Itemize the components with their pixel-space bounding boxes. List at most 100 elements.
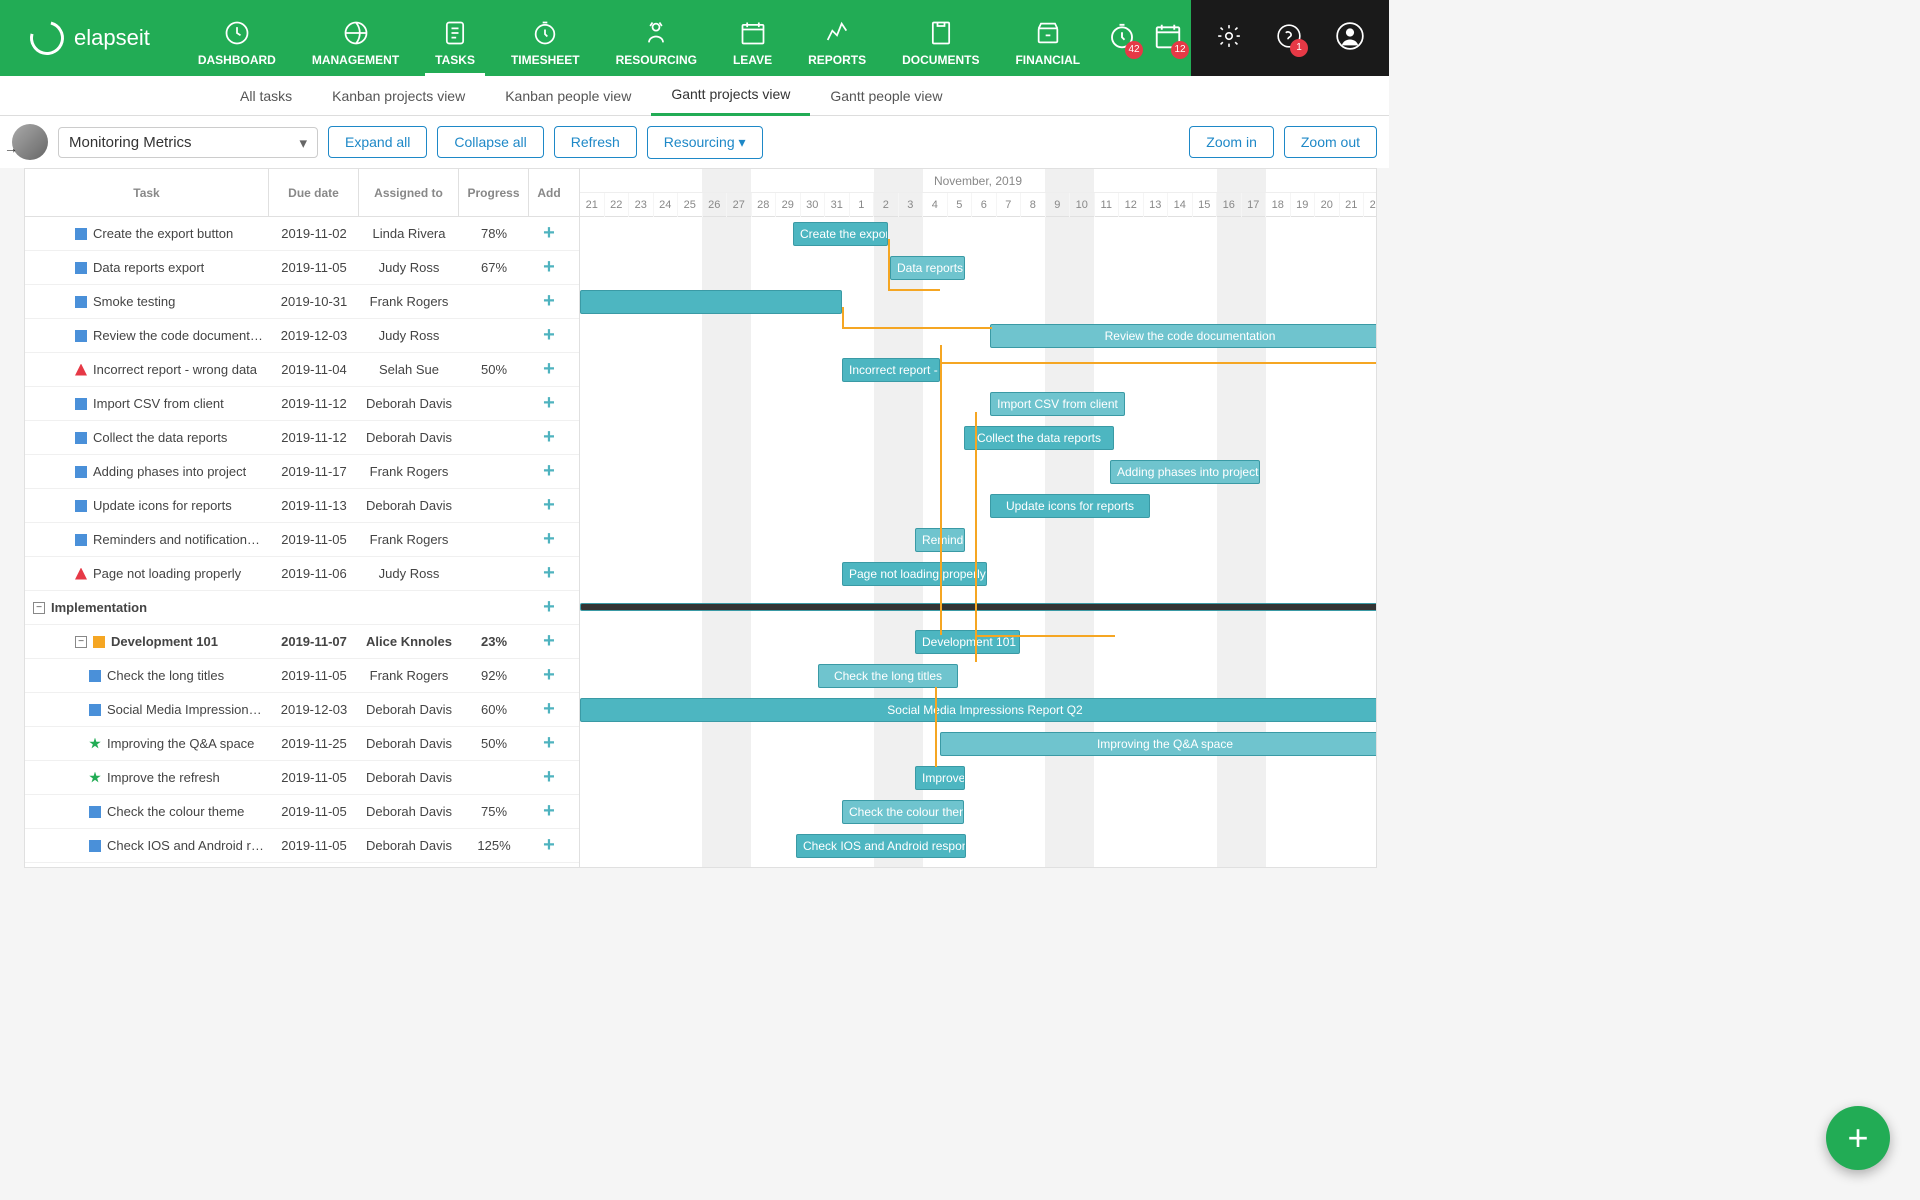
- gantt-bar[interactable]: Improving the Q&A space: [940, 732, 1376, 756]
- add-button[interactable]: +: [529, 528, 569, 551]
- gantt-bar[interactable]: [580, 290, 842, 314]
- assigned-to: Deborah Davis: [359, 396, 459, 411]
- gantt-bar[interactable]: Improve the: [915, 766, 965, 790]
- add-button[interactable]: +: [529, 732, 569, 755]
- add-button[interactable]: +: [529, 562, 569, 585]
- refresh-button[interactable]: Refresh: [554, 126, 637, 158]
- subnav-item[interactable]: All tasks: [220, 76, 312, 116]
- add-button[interactable]: +: [529, 494, 569, 517]
- task-name: Social Media Impressions Report: [107, 702, 265, 717]
- expand-all-button[interactable]: Expand all: [328, 126, 427, 158]
- timeline-pane[interactable]: November, 2019 2122232425262728293031123…: [580, 169, 1376, 867]
- task-row[interactable]: Check the colour theme2019-11-05Deborah …: [25, 795, 579, 829]
- gantt-bar[interactable]: Reminders: [915, 528, 965, 552]
- task-row[interactable]: Check IOS and Android responsive2019-11-…: [25, 829, 579, 863]
- task-row[interactable]: Page not loading properly2019-11-06Judy …: [25, 557, 579, 591]
- nav-documents[interactable]: DOCUMENTS: [884, 0, 997, 76]
- nav-reports[interactable]: REPORTS: [790, 0, 884, 76]
- nav-tasks[interactable]: TASKS: [417, 0, 493, 76]
- task-row[interactable]: −Implementation+: [25, 591, 579, 625]
- task-row[interactable]: Update icons for reports2019-11-13Debora…: [25, 489, 579, 523]
- gantt-bar[interactable]: Data reports export: [890, 256, 965, 280]
- task-row[interactable]: Review the code documentation2019-12-03J…: [25, 319, 579, 353]
- assigned-to: Linda Rivera: [359, 226, 459, 241]
- gantt-bar[interactable]: Check the long titles: [818, 664, 958, 688]
- gantt-bar[interactable]: Collect the data reports: [964, 426, 1114, 450]
- gantt-bar[interactable]: Review the code documentation: [990, 324, 1376, 348]
- gantt-bar[interactable]: Check IOS and Android responsive: [796, 834, 966, 858]
- nav-financial[interactable]: FINANCIAL: [997, 0, 1098, 76]
- subnav-item[interactable]: Gantt people view: [810, 76, 962, 116]
- task-row[interactable]: Improving the Q&A space2019-11-25Deborah…: [25, 727, 579, 761]
- task-row[interactable]: Collect the data reports2019-11-12Debora…: [25, 421, 579, 455]
- task-row[interactable]: Data reports export2019-11-05Judy Ross67…: [25, 251, 579, 285]
- zoom-in-button[interactable]: Zoom in: [1189, 126, 1274, 158]
- subnav-item[interactable]: Gantt projects view: [651, 76, 810, 116]
- timer-badge-icon[interactable]: 42: [1107, 21, 1137, 56]
- gantt-bar[interactable]: Page not loading properly: [842, 562, 987, 586]
- task-row[interactable]: −Development 1012019-11-07Alice Knnoles2…: [25, 625, 579, 659]
- settings-icon[interactable]: [1216, 23, 1242, 54]
- collapse-arrow-icon[interactable]: →: [4, 140, 18, 156]
- task-row[interactable]: Create the export button2019-11-02Linda …: [25, 217, 579, 251]
- add-button[interactable]: +: [529, 698, 569, 721]
- help-icon[interactable]: 1: [1276, 23, 1302, 54]
- task-row[interactable]: Check the long titles2019-11-05Frank Rog…: [25, 659, 579, 693]
- nav-management[interactable]: MANAGEMENT: [294, 0, 417, 76]
- task-list-pane: Task Due date Assigned to Progress Add C…: [25, 169, 580, 867]
- add-button[interactable]: +: [529, 834, 569, 857]
- add-button[interactable]: +: [529, 392, 569, 415]
- gantt-bar[interactable]: Social Media Impressions Report Q2: [580, 698, 1376, 722]
- gantt-bar[interactable]: [580, 603, 1376, 611]
- add-button[interactable]: +: [529, 460, 569, 483]
- collapse-icon[interactable]: −: [33, 602, 45, 614]
- task-row[interactable]: Improve the refresh2019-11-05Deborah Dav…: [25, 761, 579, 795]
- add-button[interactable]: +: [529, 664, 569, 687]
- collapse-all-button[interactable]: Collapse all: [437, 126, 543, 158]
- nav-resourcing[interactable]: RESOURCING: [598, 0, 715, 76]
- gantt-bar[interactable]: Create the export button: [793, 222, 888, 246]
- task-row[interactable]: Incorrect report - wrong data2019-11-04S…: [25, 353, 579, 387]
- add-button[interactable]: +: [529, 324, 569, 347]
- due-date: 2019-11-05: [269, 804, 359, 819]
- due-date: 2019-11-05: [269, 770, 359, 785]
- resourcing-button[interactable]: Resourcing: [647, 126, 763, 159]
- tree-icon: [93, 636, 105, 648]
- day-header: 3: [899, 193, 924, 217]
- gantt-bar[interactable]: Import CSV from client: [990, 392, 1125, 416]
- nav-dashboard[interactable]: DASHBOARD: [180, 0, 294, 76]
- gantt-bar[interactable]: Incorrect report - wrong data: [842, 358, 940, 382]
- nav-timesheet[interactable]: TIMESHEET: [493, 0, 598, 76]
- gantt-bar[interactable]: Adding phases into project: [1110, 460, 1260, 484]
- calendar-badge-icon[interactable]: 12: [1153, 21, 1183, 56]
- add-button[interactable]: +: [529, 358, 569, 381]
- add-button[interactable]: +: [529, 256, 569, 279]
- task-row[interactable]: Smoke testing2019-10-31Frank Rogers+: [25, 285, 579, 319]
- gantt-bar[interactable]: Development 101: [915, 630, 1020, 654]
- add-button[interactable]: +: [529, 630, 569, 653]
- add-button[interactable]: +: [529, 222, 569, 245]
- assigned-to: Deborah Davis: [359, 804, 459, 819]
- project-select[interactable]: Monitoring Metrics: [58, 127, 318, 158]
- warning-icon: [75, 364, 87, 376]
- add-fab-button[interactable]: +: [1826, 1106, 1890, 1170]
- zoom-out-button[interactable]: Zoom out: [1284, 126, 1377, 158]
- subnav-item[interactable]: Kanban people view: [485, 76, 651, 116]
- task-row[interactable]: Social Media Impressions Report2019-12-0…: [25, 693, 579, 727]
- gantt-bar[interactable]: Check the colour theme: [842, 800, 964, 824]
- add-button[interactable]: +: [529, 596, 569, 619]
- task-row[interactable]: Adding phases into project2019-11-17Fran…: [25, 455, 579, 489]
- add-button[interactable]: +: [529, 800, 569, 823]
- task-row[interactable]: Import CSV from client2019-11-12Deborah …: [25, 387, 579, 421]
- add-button[interactable]: +: [529, 766, 569, 789]
- add-button[interactable]: +: [529, 426, 569, 449]
- task-row[interactable]: Reminders and notifications on end2019-1…: [25, 523, 579, 557]
- logo[interactable]: elapseit: [0, 21, 180, 55]
- add-button[interactable]: +: [529, 290, 569, 313]
- user-icon[interactable]: [1336, 22, 1364, 55]
- collapse-icon[interactable]: −: [75, 636, 87, 648]
- gantt-bar[interactable]: Update icons for reports: [990, 494, 1150, 518]
- assigned-to: Deborah Davis: [359, 770, 459, 785]
- subnav-item[interactable]: Kanban projects view: [312, 76, 485, 116]
- nav-leave[interactable]: LEAVE: [715, 0, 790, 76]
